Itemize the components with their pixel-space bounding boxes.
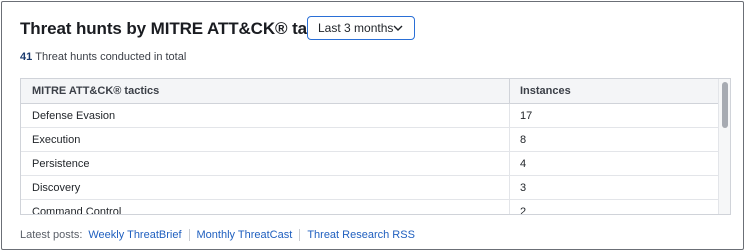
chevron-down-icon xyxy=(393,25,403,31)
tactics-table: MITRE ATT&CK® tactics Instances Defense … xyxy=(20,78,731,215)
tactic-cell: Execution xyxy=(32,133,81,146)
table-row[interactable]: Defense Evasion 17 xyxy=(21,104,718,128)
column-divider xyxy=(509,200,510,214)
link-separator xyxy=(299,229,301,241)
column-header-tactics[interactable]: MITRE ATT&CK® tactics xyxy=(32,79,509,103)
hunts-summary-text: Threat hunts conducted in total xyxy=(35,51,187,63)
link-separator xyxy=(188,229,190,241)
card-title: Threat hunts by MITRE ATT&CK® tactics xyxy=(20,19,346,38)
table-header-row: MITRE ATT&CK® tactics Instances xyxy=(21,79,718,104)
hunts-summary: 41 Threat hunts conducted in total xyxy=(20,51,186,63)
scrollbar-thumb[interactable] xyxy=(722,82,728,128)
tactic-cell: Persistence xyxy=(32,157,90,170)
column-divider xyxy=(509,152,510,175)
tactic-cell: Discovery xyxy=(32,181,81,194)
tactic-cell: Defense Evasion xyxy=(32,109,116,122)
threat-research-rss-link[interactable]: Threat Research RSS xyxy=(307,229,415,241)
weekly-threatbrief-link[interactable]: Weekly ThreatBrief xyxy=(88,229,181,241)
hunts-count: 41 xyxy=(20,51,33,63)
column-divider xyxy=(509,176,510,199)
table-row[interactable]: Command Control 2 xyxy=(21,200,718,215)
column-header-instances[interactable]: Instances xyxy=(520,79,710,103)
time-range-value: Last 3 months xyxy=(318,21,394,35)
tactic-cell: Command Control xyxy=(32,205,122,215)
monthly-threatcast-link[interactable]: Monthly ThreatCast xyxy=(197,229,293,241)
column-divider xyxy=(509,128,510,151)
column-divider xyxy=(509,79,510,103)
table-row[interactable]: Discovery 3 xyxy=(21,176,718,200)
threat-hunts-card: Threat hunts by MITRE ATT&CK® tactics i … xyxy=(1,1,744,250)
time-range-dropdown[interactable]: Last 3 months xyxy=(307,16,415,40)
instances-cell: 2 xyxy=(520,205,527,215)
latest-posts-label: Latest posts: xyxy=(20,229,83,241)
instances-cell: 4 xyxy=(520,157,527,170)
table-scrollbar[interactable] xyxy=(718,79,730,214)
instances-cell: 8 xyxy=(520,133,527,146)
column-divider xyxy=(509,104,510,127)
table-row[interactable]: Execution 8 xyxy=(21,128,718,152)
instances-cell: 3 xyxy=(520,181,527,194)
latest-posts-bar: Latest posts: Weekly ThreatBrief Monthly… xyxy=(20,229,415,241)
instances-cell: 17 xyxy=(520,109,533,122)
table-row[interactable]: Persistence 4 xyxy=(21,152,718,176)
